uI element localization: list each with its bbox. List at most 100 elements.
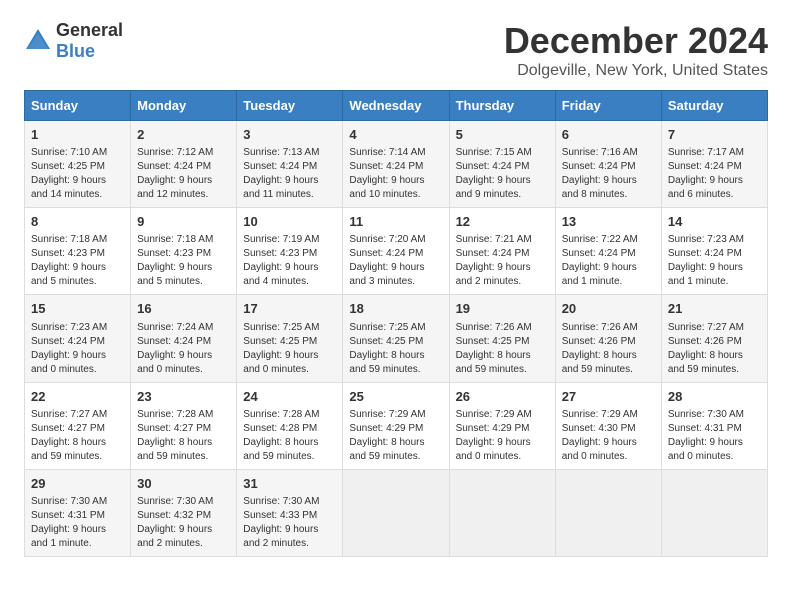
subtitle: Dolgeville, New York, United States [504,62,768,80]
daylight-text: Daylight: 9 hours and 0 minutes. [137,350,212,375]
sunrise-text: Sunrise: 7:28 AM [243,409,319,420]
sunset-text: Sunset: 4:25 PM [349,336,423,347]
sunset-text: Sunset: 4:24 PM [243,161,317,172]
table-row: 20Sunrise: 7:26 AMSunset: 4:26 PMDayligh… [555,295,661,382]
daylight-text: Daylight: 9 hours and 8 minutes. [562,175,637,200]
daylight-text: Daylight: 9 hours and 0 minutes. [243,350,318,375]
table-row: 7Sunrise: 7:17 AMSunset: 4:24 PMDaylight… [661,121,767,208]
sunset-text: Sunset: 4:29 PM [456,423,530,434]
day-number: 6 [562,126,655,144]
sunset-text: Sunset: 4:26 PM [562,336,636,347]
col-wednesday: Wednesday [343,91,449,121]
table-row: 24Sunrise: 7:28 AMSunset: 4:28 PMDayligh… [237,382,343,469]
sunset-text: Sunset: 4:27 PM [137,423,211,434]
table-row: 27Sunrise: 7:29 AMSunset: 4:30 PMDayligh… [555,382,661,469]
daylight-text: Daylight: 8 hours and 59 minutes. [456,350,531,375]
day-number: 8 [31,213,124,231]
logo: General Blue [24,20,123,62]
day-number: 27 [562,388,655,406]
table-row: 3 Sunrise: 7:13 AM Sunset: 4:24 PM Daylight… [237,121,343,208]
sunset-text: Sunset: 4:28 PM [243,423,317,434]
sunrise-text: Sunrise: 7:19 AM [243,234,319,245]
sunset-text: Sunset: 4:23 PM [137,248,211,259]
day-number: 10 [243,213,336,231]
daylight-text: Daylight: 9 hours and 1 minute. [31,524,106,549]
sunrise-text: Sunrise: 7:29 AM [456,409,532,420]
sunrise-text: Sunrise: 7:24 AM [137,322,213,333]
sunrise-text: Sunrise: 7:21 AM [456,234,532,245]
sunrise-text: Sunrise: 7:26 AM [562,322,638,333]
table-row: 19Sunrise: 7:26 AMSunset: 4:25 PMDayligh… [449,295,555,382]
day-number: 4 [349,126,442,144]
daylight-text: Daylight: 8 hours and 59 minutes. [137,437,212,462]
col-monday: Monday [131,91,237,121]
sunrise-text: Sunrise: 7:18 AM [137,234,213,245]
day-number: 29 [31,475,124,493]
sunrise-text: Sunrise: 7:29 AM [349,409,425,420]
sunrise-text: Sunrise: 7:30 AM [668,409,744,420]
table-row [449,469,555,556]
daylight-text: Daylight: 8 hours and 59 minutes. [349,437,424,462]
daylight-text: Daylight: 9 hours and 0 minutes. [562,437,637,462]
table-row: 1Sunrise: 7:10 AMSunset: 4:25 PMDaylight… [25,121,131,208]
sunrise-text: Sunrise: 7:13 AM [243,147,319,158]
sunset-text: Sunset: 4:32 PM [137,510,211,521]
daylight-text: Daylight: 8 hours and 59 minutes. [31,437,106,462]
sunrise-text: Sunrise: 7:17 AM [668,147,744,158]
table-row: 8Sunrise: 7:18 AMSunset: 4:23 PMDaylight… [25,208,131,295]
daylight-text: Daylight: 9 hours and 9 minutes. [456,175,531,200]
day-number: 7 [668,126,761,144]
sunset-text: Sunset: 4:30 PM [562,423,636,434]
sunset-text: Sunset: 4:24 PM [349,248,423,259]
table-row: 18Sunrise: 7:25 AMSunset: 4:25 PMDayligh… [343,295,449,382]
sunrise-text: Sunrise: 7:25 AM [349,322,425,333]
sunset-text: Sunset: 4:29 PM [349,423,423,434]
day-number: 3 [243,126,336,144]
day-number: 24 [243,388,336,406]
day-number: 11 [349,213,442,231]
sunrise-text: Sunrise: 7:30 AM [243,496,319,507]
table-row: 25Sunrise: 7:29 AMSunset: 4:29 PMDayligh… [343,382,449,469]
title-area: December 2024 Dolgeville, New York, Unit… [504,20,768,80]
sunset-text: Sunset: 4:25 PM [31,161,105,172]
col-saturday: Saturday [661,91,767,121]
sunset-text: Sunset: 4:24 PM [31,336,105,347]
day-number: 30 [137,475,230,493]
col-friday: Friday [555,91,661,121]
daylight-text: Daylight: 9 hours and 0 minutes. [31,350,106,375]
header-row: Sunday Monday Tuesday Wednesday Thursday… [25,91,768,121]
daylight-text: Daylight: 9 hours and 2 minutes. [456,262,531,287]
day-number: 21 [668,300,761,318]
table-row: 14Sunrise: 7:23 AMSunset: 4:24 PMDayligh… [661,208,767,295]
table-row: 28Sunrise: 7:30 AMSunset: 4:31 PMDayligh… [661,382,767,469]
main-title: December 2024 [504,20,768,62]
table-row: 5Sunrise: 7:15 AMSunset: 4:24 PMDaylight… [449,121,555,208]
sunrise-text: Sunrise: 7:25 AM [243,322,319,333]
sunset-text: Sunset: 4:33 PM [243,510,317,521]
sunset-text: Sunset: 4:26 PM [668,336,742,347]
sunrise-text: Sunrise: 7:10 AM [31,147,107,158]
daylight-text: Daylight: 9 hours and 1 minute. [668,262,743,287]
daylight-text: Daylight: 9 hours and 0 minutes. [668,437,743,462]
table-row: 23Sunrise: 7:28 AMSunset: 4:27 PMDayligh… [131,382,237,469]
sunset-text: Sunset: 4:31 PM [31,510,105,521]
daylight-text: Daylight: 9 hours and 11 minutes. [243,175,318,200]
sunset-text: Sunset: 4:24 PM [562,248,636,259]
table-row: 29Sunrise: 7:30 AMSunset: 4:31 PMDayligh… [25,469,131,556]
daylight-text: Daylight: 9 hours and 10 minutes. [349,175,424,200]
daylight-text: Daylight: 9 hours and 12 minutes. [137,175,212,200]
day-number: 16 [137,300,230,318]
sunset-text: Sunset: 4:24 PM [137,161,211,172]
sunrise-text: Sunrise: 7:23 AM [31,322,107,333]
table-row: 12Sunrise: 7:21 AMSunset: 4:24 PMDayligh… [449,208,555,295]
table-row: 31Sunrise: 7:30 AMSunset: 4:33 PMDayligh… [237,469,343,556]
table-row: 10Sunrise: 7:19 AMSunset: 4:23 PMDayligh… [237,208,343,295]
day-number: 19 [456,300,549,318]
sunset-text: Sunset: 4:24 PM [456,248,530,259]
sunrise-text: Sunrise: 7:12 AM [137,147,213,158]
sunset-text: Sunset: 4:24 PM [137,336,211,347]
daylight-text: Daylight: 9 hours and 14 minutes. [31,175,106,200]
daylight-text: Daylight: 9 hours and 3 minutes. [349,262,424,287]
day-number: 22 [31,388,124,406]
table-row: 4Sunrise: 7:14 AMSunset: 4:24 PMDaylight… [343,121,449,208]
